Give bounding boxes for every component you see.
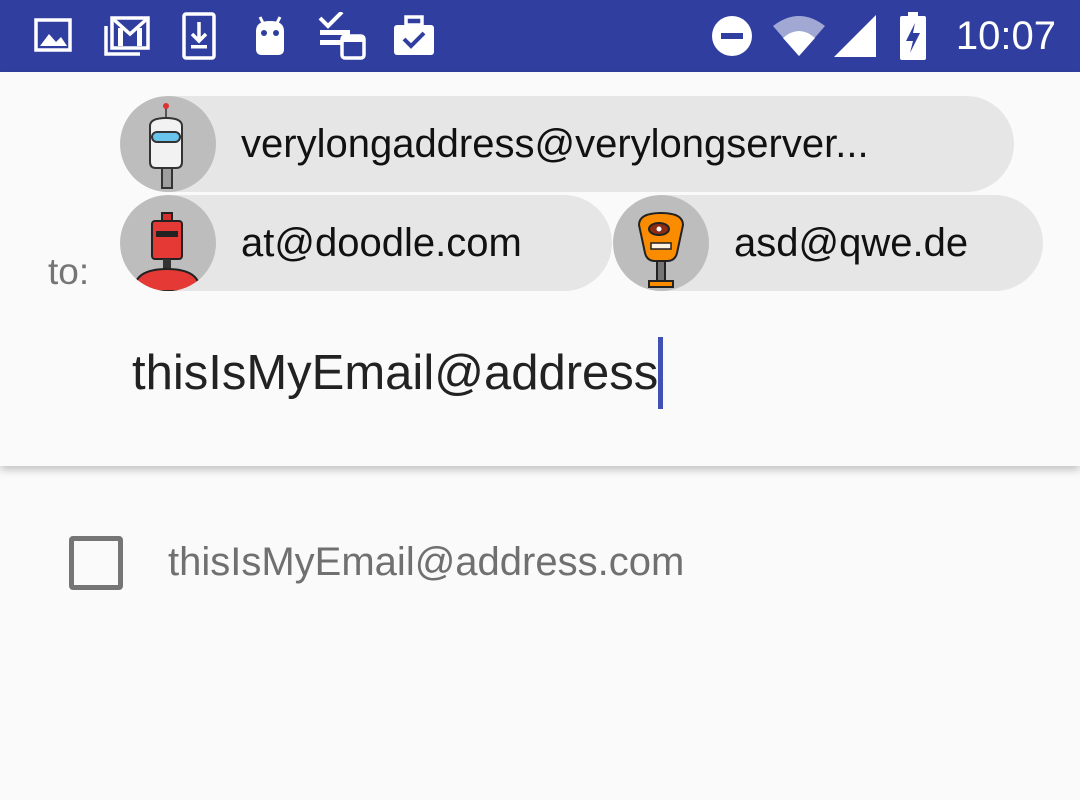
suggestion-item[interactable]: thisIsMyEmail@address.com (0, 516, 1080, 612)
android-icon (250, 12, 290, 60)
orange-robot-avatar (613, 195, 709, 291)
recipient-chip-label: at@doodle.com (241, 220, 522, 265)
tasks-icon (318, 12, 368, 60)
recipient-chip[interactable]: asd@qwe.de (613, 195, 1043, 291)
recipient-panel: to: verylongaddress@verylongserver... at… (0, 72, 1080, 466)
white-robot-avatar (120, 96, 216, 192)
gmail-icon (104, 12, 150, 60)
do-not-disturb-icon (710, 12, 754, 60)
battery-charging-icon (898, 12, 928, 60)
red-robot-avatar (120, 195, 216, 291)
wifi-icon (772, 12, 826, 60)
suggestion-label: thisIsMyEmail@address.com (168, 540, 685, 584)
text-cursor (658, 337, 664, 409)
suggestion-checkbox[interactable] (69, 536, 123, 590)
recipient-chip-label: verylongaddress@verylongserver... (241, 121, 869, 166)
recipient-chip[interactable]: verylongaddress@verylongserver... (120, 96, 1014, 192)
download-icon (182, 12, 216, 60)
status-time: 10:07 (955, 14, 1056, 58)
work-icon (392, 12, 436, 60)
recipient-chip[interactable]: at@doodle.com (120, 195, 612, 291)
cell-signal-icon (832, 12, 878, 60)
recipient-input[interactable]: thisIsMyEmail@address (132, 337, 664, 409)
recipient-chip-label: asd@qwe.de (734, 220, 969, 265)
recipient-input-text[interactable]: thisIsMyEmail@address (132, 345, 658, 401)
to-label: to: (48, 251, 90, 292)
status-bar: 10:07 (0, 0, 1080, 72)
image-icon (34, 12, 74, 60)
